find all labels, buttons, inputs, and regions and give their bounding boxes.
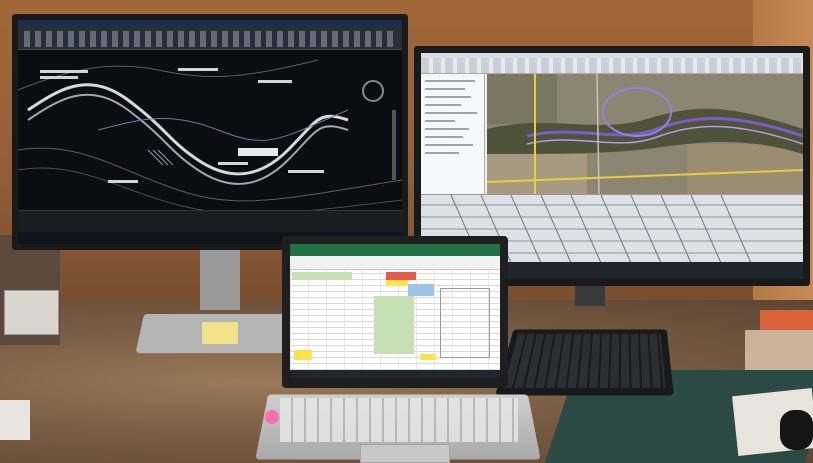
layer-line [425, 152, 459, 154]
laptop-taskbar [290, 370, 500, 378]
cad-ribbon-tabs [18, 20, 402, 28]
annotation-5 [218, 162, 248, 165]
green-header-cells [292, 272, 352, 280]
right-monitor-stand [575, 286, 605, 306]
cad-ribbon [18, 20, 402, 50]
left-paper [0, 400, 30, 440]
annotation-4 [258, 80, 292, 83]
contour-1 [18, 147, 402, 202]
field-2 [687, 144, 803, 194]
spreadsheet-ribbon [290, 256, 500, 270]
layer-line [425, 96, 471, 98]
laptop-trackpad [360, 444, 450, 463]
gis-toolbar [421, 58, 803, 74]
annotation-2 [40, 76, 78, 79]
keyboard-keys [503, 333, 666, 388]
annotation-6 [288, 170, 324, 173]
cad-scrollbar [392, 110, 396, 180]
pink-object [265, 410, 279, 424]
photo-scene [0, 0, 813, 463]
annotation-3 [178, 68, 218, 71]
cad-screen [18, 20, 402, 244]
contour-3 [18, 59, 319, 91]
sticky-notes [202, 322, 238, 344]
aerial-map [487, 74, 803, 194]
blue-cells [408, 284, 434, 296]
laptop-keyboard [280, 398, 518, 442]
layer-line [425, 136, 463, 138]
left-monitor [12, 14, 408, 250]
spreadsheet-app [290, 244, 500, 378]
yellow-small-cell [420, 354, 436, 360]
view-cube-icon [362, 80, 384, 102]
road-alignment-outer [27, 83, 349, 176]
left-monitor-stand [200, 250, 240, 310]
annotation-label-box [238, 148, 278, 156]
yellow-note-cell [294, 350, 312, 360]
laptop-screen [282, 236, 508, 388]
annotation-1 [40, 70, 88, 73]
spreadsheet-titlebar [290, 244, 500, 256]
layer-line [425, 88, 465, 90]
cad-drawing [18, 59, 402, 210]
layer-line [425, 144, 473, 146]
spreadsheet-grid [290, 270, 500, 370]
cad-ribbon-icons [24, 31, 394, 47]
bordered-table [440, 288, 490, 358]
layer-line [425, 80, 475, 82]
layer-line [425, 104, 461, 106]
stacked-books [745, 330, 813, 370]
external-keyboard [495, 329, 674, 396]
field-1 [487, 74, 557, 124]
left-box [4, 290, 59, 335]
layer-line [425, 128, 469, 130]
cad-command-area [18, 210, 402, 232]
red-header-cells [386, 272, 416, 280]
layer-line [425, 112, 477, 114]
green-column-cells [374, 296, 414, 354]
computer-mouse [780, 410, 813, 450]
field-3 [487, 154, 587, 194]
layer-line [425, 120, 455, 122]
yellow-cell [386, 280, 408, 286]
annotation-7 [108, 180, 138, 183]
